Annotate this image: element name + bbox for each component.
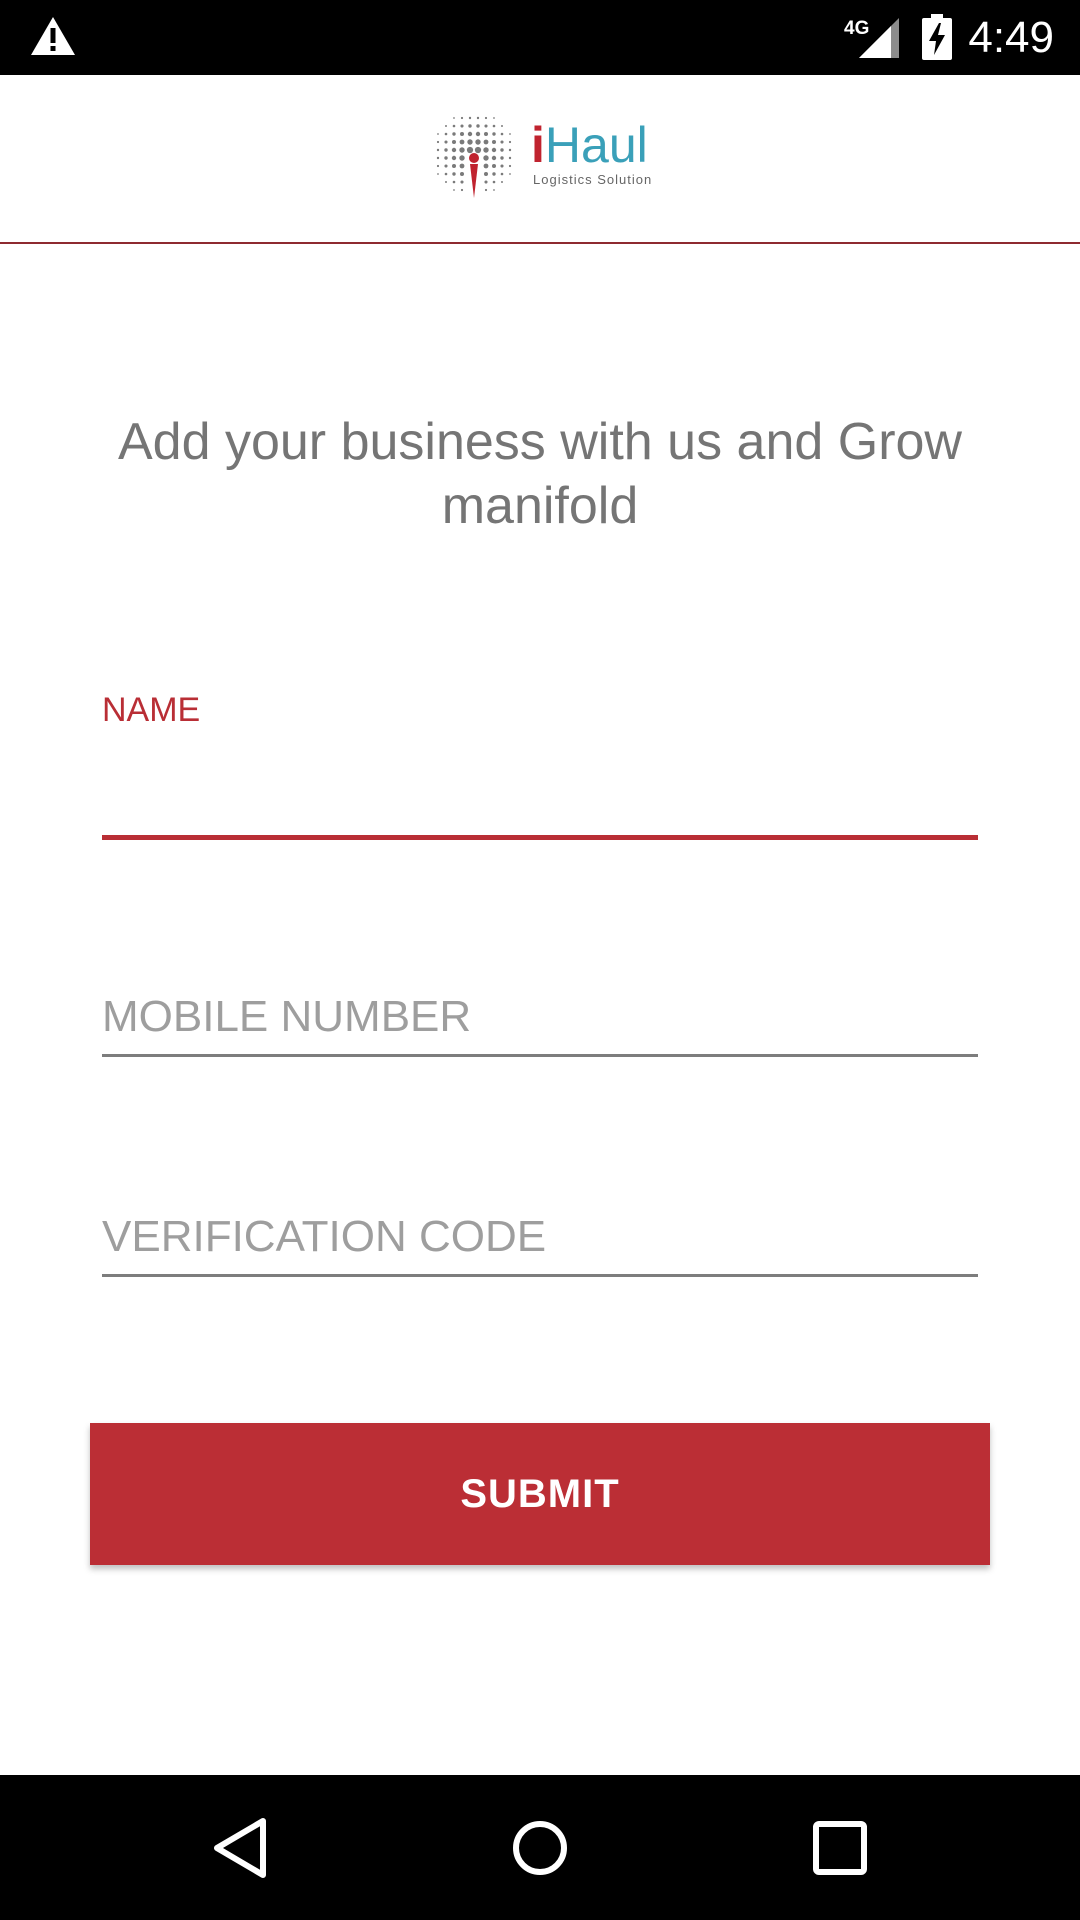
logo-wordmark: iHaul bbox=[531, 118, 648, 172]
status-time: 4:49 bbox=[968, 13, 1054, 62]
battery-charging-icon bbox=[922, 14, 952, 60]
warning-icon bbox=[31, 17, 75, 55]
name-field-underline bbox=[102, 835, 978, 840]
page-headline: Add your business with us and Grow manif… bbox=[118, 413, 962, 535]
network-type-label: 4G bbox=[844, 18, 869, 39]
logo-letter-i: i bbox=[531, 117, 545, 173]
dotted-globe-icon bbox=[436, 116, 512, 198]
name-field[interactable]: NAME bbox=[102, 690, 978, 845]
verification-code-underline bbox=[102, 1274, 978, 1277]
back-icon[interactable] bbox=[205, 1813, 275, 1883]
verification-code-field[interactable]: VERIFICATION CODE bbox=[102, 1205, 978, 1280]
mobile-number-underline bbox=[102, 1054, 978, 1057]
app-header: iHaul Logistics Solution bbox=[0, 75, 1080, 244]
logo-tagline: Logistics Solution bbox=[533, 172, 653, 187]
ihaul-logo: iHaul Logistics Solution bbox=[426, 106, 656, 206]
mobile-number-placeholder: MOBILE NUMBER bbox=[102, 992, 472, 1041]
home-icon[interactable] bbox=[505, 1813, 575, 1883]
name-field-label: NAME bbox=[102, 691, 201, 729]
system-nav-bar bbox=[0, 1775, 1080, 1920]
signal-icon: 4G bbox=[844, 18, 899, 58]
verification-code-placeholder: VERIFICATION CODE bbox=[102, 1212, 547, 1261]
logo-word-haul: Haul bbox=[544, 117, 648, 173]
recents-icon[interactable] bbox=[805, 1813, 875, 1883]
mobile-number-field[interactable]: MOBILE NUMBER bbox=[102, 985, 978, 1060]
submit-button[interactable]: SUBMIT bbox=[90, 1423, 990, 1565]
status-bar: 4G 4:49 bbox=[0, 0, 1080, 75]
